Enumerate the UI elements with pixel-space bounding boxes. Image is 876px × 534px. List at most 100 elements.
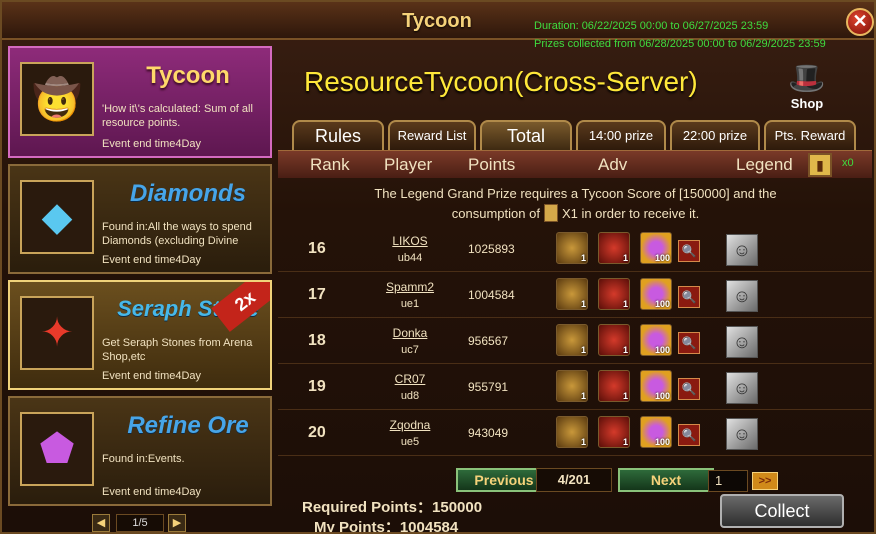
event-pager: ◀ 1/5 ▶ [92, 514, 188, 532]
shop-button[interactable]: 🎩 Shop [778, 62, 836, 118]
event-desc: Found in:All the ways to spend Diamonds … [102, 221, 252, 247]
reward-chest-icon[interactable]: 1 [598, 278, 630, 310]
table-row: 16 LIKOS ub44 1025893 1 1 100 🔍 ☺ [278, 226, 872, 272]
event-item-diamonds[interactable]: ◆ Diamonds Found in:All the ways to spen… [8, 164, 272, 274]
duration-text: Duration: 06/22/2025 00:00 to 06/27/2025… [534, 20, 769, 32]
legend-token-icon: ▮ [808, 153, 832, 177]
seraph-stone-icon: ✦ [20, 296, 94, 370]
search-icon[interactable]: 🔍 [678, 378, 700, 400]
table-row: 17 Spamm2 ue1 1004584 1 1 100 🔍 ☺ [278, 272, 872, 318]
server-cell: ue5 [400, 436, 420, 448]
tab-total[interactable]: Total [480, 120, 572, 150]
my-points: My Points：1004584 [314, 519, 459, 534]
reward-chest-icon[interactable]: 1 [598, 416, 630, 448]
notice-line-1: The Legend Grand Prize requires a Tycoon… [374, 186, 777, 201]
legend-token-icon [543, 204, 558, 222]
player-name-link[interactable]: Spamm2 [370, 280, 450, 294]
reward-gem-icon[interactable]: 100 [640, 370, 672, 402]
tab-bar: Rules Reward List Total 14:00 prize 22:0… [292, 120, 860, 150]
event-item-tycoon[interactable]: 🤠 Tycoon 'How it\'s calculated: Sum of a… [8, 46, 272, 158]
event-item-seraph-stone[interactable]: ✦ Seraph Stone Get Seraph Stones from Ar… [8, 280, 272, 390]
event-name: Refine Ore [127, 412, 249, 439]
avatar[interactable]: ☺ [726, 372, 758, 404]
refine-ore-icon: ⬟ [20, 412, 94, 486]
search-icon[interactable]: 🔍 [678, 240, 700, 262]
player-name-link[interactable]: LIKOS [370, 234, 450, 248]
avatar[interactable]: ☺ [726, 234, 758, 266]
event-name: Diamonds [129, 180, 246, 207]
event-item-refine-ore[interactable]: ⬟ Refine Ore Found in:Events. Event end … [8, 396, 272, 506]
tab-1400-prize[interactable]: 14:00 prize [576, 120, 666, 150]
reward-horn-icon[interactable]: 1 [556, 278, 588, 310]
event-end: Event end time4Day [102, 486, 202, 498]
table-row: 18 Donka uc7 956567 1 1 100 🔍 ☺ [278, 318, 872, 364]
reward-horn-icon[interactable]: 1 [556, 416, 588, 448]
server-cell: uc7 [401, 344, 419, 356]
legend-notice: The Legend Grand Prize requires a Tycoon… [298, 184, 853, 224]
search-icon[interactable]: 🔍 [678, 424, 700, 446]
points-cell: 1025893 [468, 242, 515, 256]
points-cell: 1004584 [468, 288, 515, 302]
table-header: Rank Player Points Adv Legend ▮ x0 [278, 150, 872, 178]
event-prev-button[interactable]: ◀ [92, 514, 110, 532]
server-cell: ub44 [397, 252, 423, 264]
collect-button[interactable]: Collect [720, 494, 844, 528]
reward-gem-icon[interactable]: 100 [640, 416, 672, 448]
title-bar: Tycoon Duration: 06/22/2025 00:00 to 06/… [2, 2, 874, 50]
shop-label: Shop [790, 96, 824, 111]
reward-horn-icon[interactable]: 1 [556, 324, 588, 356]
close-icon: ✕ [852, 11, 868, 31]
next-button[interactable]: Next [618, 468, 714, 492]
event-desc: 'How it\'s calculated: Sum of all resour… [102, 103, 253, 129]
tab-reward-list[interactable]: Reward List [388, 120, 476, 150]
reward-gem-icon[interactable]: 100 [640, 232, 672, 264]
rank-cell: 19 [308, 378, 326, 395]
player-name-link[interactable]: Donka [370, 326, 450, 340]
avatar[interactable]: ☺ [726, 326, 758, 358]
reward-chest-icon[interactable]: 1 [598, 370, 630, 402]
table-row: 20 Zqodna ue5 943049 1 1 100 🔍 ☺ [278, 410, 872, 456]
rank-cell: 16 [308, 240, 326, 257]
avatar[interactable]: ☺ [726, 418, 758, 450]
event-name: Tycoon [146, 62, 230, 89]
header-points: Points [468, 155, 516, 174]
search-icon[interactable]: 🔍 [678, 286, 700, 308]
chevron-left-icon: ◀ [96, 517, 106, 529]
rank-cell: 17 [308, 286, 326, 303]
event-list: 🤠 Tycoon 'How it\'s calculated: Sum of a… [6, 46, 274, 532]
event-desc: Get Seraph Stones from Arena Shop,etc [102, 337, 253, 363]
tab-pts-reward[interactable]: Pts. Reward [764, 120, 856, 150]
window-title: Tycoon [402, 10, 472, 32]
tycoon-window: Tycoon Duration: 06/22/2025 00:00 to 06/… [0, 0, 876, 534]
event-end: Event end time4Day [102, 138, 202, 150]
tab-rules[interactable]: Rules [292, 120, 384, 150]
reward-gem-icon[interactable]: 100 [640, 324, 672, 356]
header-player: Player [384, 155, 433, 174]
search-icon[interactable]: 🔍 [678, 332, 700, 354]
tab-2200-prize[interactable]: 22:00 prize [670, 120, 760, 150]
header-rank: Rank [310, 155, 350, 174]
reward-gem-icon[interactable]: 100 [640, 278, 672, 310]
shop-merchant-icon: 🎩 [788, 62, 826, 95]
rank-cell: 18 [308, 332, 326, 349]
go-page-button[interactable]: >> [752, 472, 778, 490]
reward-chest-icon[interactable]: 1 [598, 232, 630, 264]
player-name-link[interactable]: CR07 [370, 372, 450, 386]
close-button[interactable]: ✕ [846, 8, 874, 36]
event-page-indicator: 1/5 [116, 514, 164, 532]
reward-horn-icon[interactable]: 1 [556, 232, 588, 264]
avatar[interactable]: ☺ [726, 280, 758, 312]
double-badge: 2x [211, 282, 270, 332]
reward-horn-icon[interactable]: 1 [556, 370, 588, 402]
chevron-right-icon: ▶ [172, 517, 182, 529]
event-next-button[interactable]: ▶ [168, 514, 186, 532]
main-panel: ResourceTycoon(Cross-Server) 🎩 Shop Rule… [278, 46, 872, 534]
reward-chest-icon[interactable]: 1 [598, 324, 630, 356]
event-desc: Found in:Events. [102, 453, 185, 465]
header-legend: Legend [736, 155, 793, 174]
player-name-link[interactable]: Zqodna [370, 418, 450, 432]
rank-cell: 20 [308, 424, 326, 441]
page-title: ResourceTycoon(Cross-Server) [304, 66, 698, 97]
page-number-input[interactable]: 1 [708, 470, 748, 492]
points-cell: 943049 [468, 426, 509, 440]
